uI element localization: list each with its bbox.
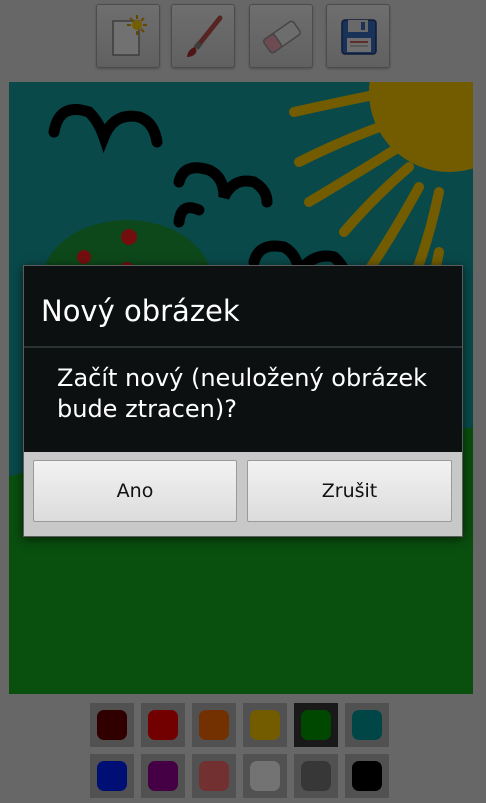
new-image-dialog: Nový obrázek Začít nový (neuložený obráz… xyxy=(23,265,463,537)
dialog-button-bar: Ano Zrušit xyxy=(24,452,462,536)
dialog-divider xyxy=(24,346,462,348)
cancel-button[interactable]: Zrušit xyxy=(247,460,452,522)
dialog-message: Začít nový (neuložený obrázek bude ztrac… xyxy=(57,364,428,423)
dialog-title: Nový obrázek xyxy=(41,294,240,328)
confirm-button[interactable]: Ano xyxy=(33,460,237,522)
